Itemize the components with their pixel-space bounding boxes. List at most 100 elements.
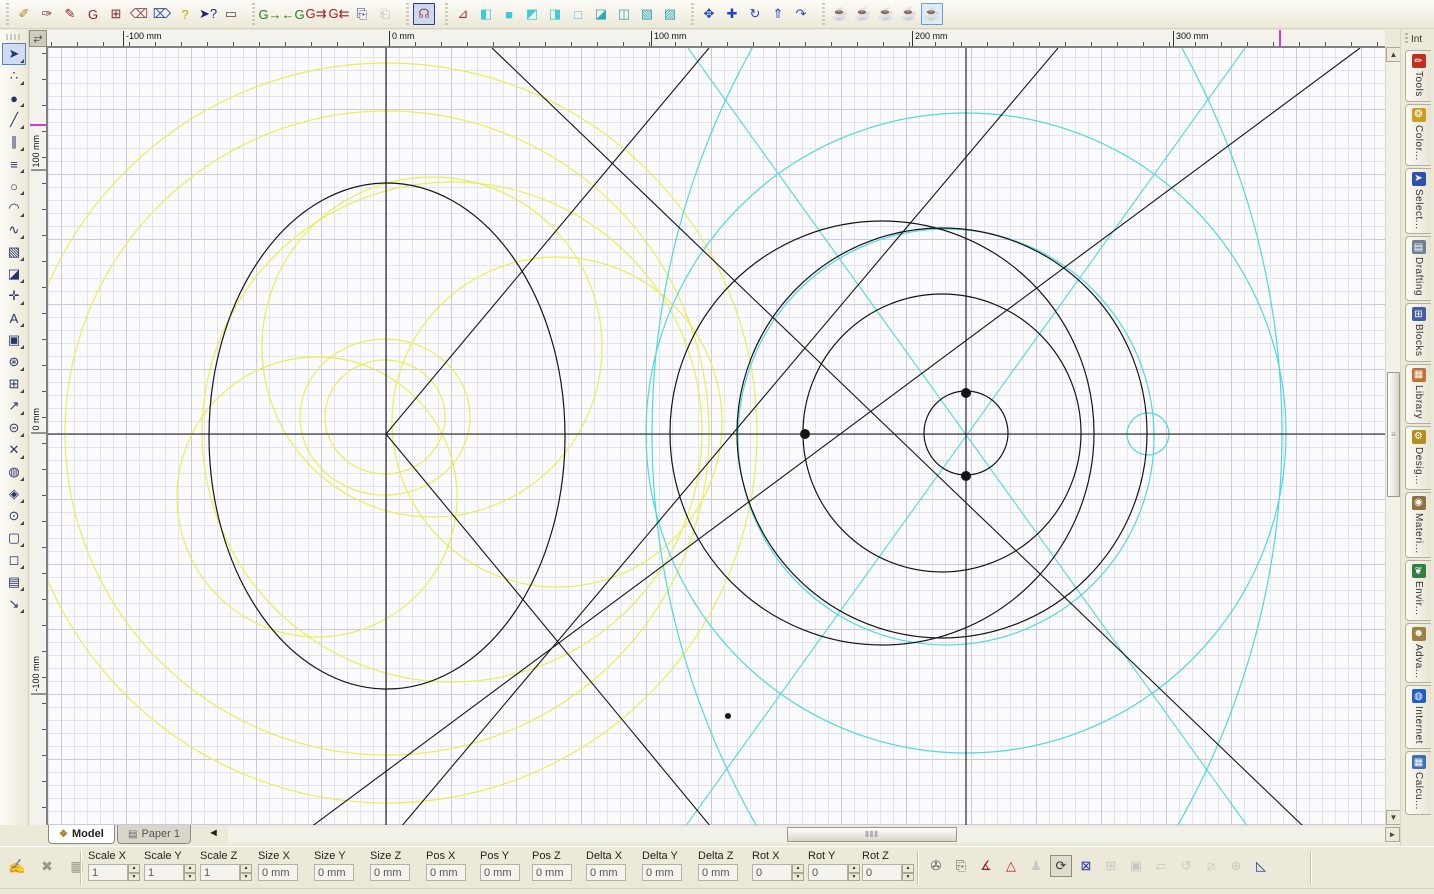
- wand-pointer-icon[interactable]: ✑: [36, 3, 58, 25]
- view-cube-front-icon[interactable]: ■: [498, 3, 520, 25]
- mouse-palette-icon[interactable]: ☊: [413, 3, 435, 25]
- view-cube-back-icon[interactable]: □: [567, 3, 589, 25]
- warning-triangle-icon[interactable]: △: [1000, 855, 1022, 877]
- double-line-tool[interactable]: ∥: [2, 131, 26, 153]
- vertical-ruler[interactable]: 100 mm 0 mm -100 mm: [30, 47, 47, 825]
- black-line[interactable]: [311, 48, 1361, 826]
- rotate-handle-icon[interactable]: ↺: [1175, 855, 1197, 877]
- sheet-tab-paper1[interactable]: ▤ Paper 1: [117, 825, 191, 844]
- palette-tab-materi[interactable]: ◉ Materi...: [1405, 491, 1431, 559]
- cancel-icon[interactable]: ✖: [36, 855, 58, 877]
- black-line[interactable]: [401, 48, 1059, 826]
- toolbar-grip[interactable]: [689, 3, 696, 25]
- g-sync-out-icon[interactable]: G⇉: [305, 3, 327, 25]
- vertical-scrollbar[interactable]: ▲ ▼ ≡: [1385, 47, 1401, 825]
- view-iso-se-icon[interactable]: ◪: [590, 3, 612, 25]
- toolbar-grip[interactable]: [404, 3, 411, 25]
- multiline-tool[interactable]: ≡: [2, 153, 26, 175]
- toolbar-grip[interactable]: [820, 3, 827, 25]
- point-tool[interactable]: ●: [2, 87, 26, 109]
- text-tool[interactable]: A: [2, 307, 26, 329]
- palette-tab-calcu[interactable]: ▦ Calcu...: [1405, 751, 1431, 816]
- spinner-up-icon[interactable]: ▲: [240, 864, 252, 873]
- link-tool[interactable]: ↗: [2, 395, 26, 417]
- view-iso-ucs-icon[interactable]: ⊿: [452, 3, 474, 25]
- eraser-blue-icon[interactable]: ⌦: [151, 3, 173, 25]
- palette-tab-envir[interactable]: ❦ Envir...: [1405, 560, 1431, 621]
- g-save-icon[interactable]: ⎘: [351, 3, 373, 25]
- cyan-circle[interactable]: [651, 48, 1386, 826]
- spinner-down-icon[interactable]: ▼: [128, 872, 140, 881]
- select-frame-tool[interactable]: ▢: [2, 527, 26, 549]
- eraser-icon[interactable]: ⌫: [128, 3, 150, 25]
- anchor-icon[interactable]: ⊕: [1225, 855, 1247, 877]
- palette-tab-desig[interactable]: ⚙ Desig...: [1405, 425, 1431, 490]
- field-input-size-x[interactable]: [258, 864, 298, 881]
- trim-tool[interactable]: ✕: [2, 439, 26, 461]
- view-iso-nw-icon[interactable]: ▨: [659, 3, 681, 25]
- field-input-rot-x[interactable]: [752, 864, 792, 881]
- black-circle[interactable]: [802, 293, 1082, 573]
- field-input-scale-x[interactable]: [88, 864, 128, 881]
- field-input-rot-z[interactable]: [862, 864, 902, 881]
- resize-icon[interactable]: ▣: [1125, 855, 1147, 877]
- lock-tool[interactable]: ⊝: [2, 417, 26, 439]
- palette-tab-color[interactable]: ❂ Color...: [1405, 103, 1431, 166]
- view-iso-sw-icon[interactable]: ◫: [613, 3, 635, 25]
- field-spinner[interactable]: ▲ ▼: [902, 864, 914, 881]
- cyan-circle[interactable]: [48, 48, 1283, 826]
- yellow-ellipse[interactable]: [324, 359, 446, 475]
- geometry-grid-icon[interactable]: ⊞: [105, 3, 127, 25]
- view-cube-top-icon[interactable]: ◩: [521, 3, 543, 25]
- draw-order-icon[interactable]: ✍: [6, 855, 28, 877]
- black-dot[interactable]: [725, 713, 731, 719]
- rotate-mode-icon[interactable]: ⟳: [1050, 855, 1072, 877]
- g-export-icon[interactable]: G→: [258, 3, 281, 25]
- field-spinner[interactable]: ▲ ▼: [128, 864, 140, 881]
- shear-icon[interactable]: ⧄: [1200, 855, 1222, 877]
- yellow-circle[interactable]: [48, 62, 758, 804]
- palette-tab-select[interactable]: ➤ Select...: [1405, 167, 1431, 235]
- palette-tab-library[interactable]: ▦ Library: [1405, 363, 1431, 424]
- sheet-scroll-right-arrow[interactable]: ►: [1385, 827, 1400, 842]
- field-input-pos-x[interactable]: [426, 864, 466, 881]
- toolbar-grip[interactable]: [250, 3, 257, 25]
- view-iso-ne-icon[interactable]: ▧: [636, 3, 658, 25]
- screen-icon[interactable]: ▭: [220, 3, 242, 25]
- field-input-scale-y[interactable]: [144, 864, 184, 881]
- spinner-up-icon[interactable]: ▲: [902, 864, 914, 873]
- black-line[interactable]: [385, 48, 710, 435]
- horizontal-scroll-thumb[interactable]: ⦀⦀⦀: [787, 827, 957, 842]
- swivel-icon[interactable]: ↷: [790, 3, 812, 25]
- field-input-size-y[interactable]: [314, 864, 354, 881]
- scroll-down-arrow[interactable]: ▼: [1386, 810, 1401, 825]
- copy-stack-tool[interactable]: ▤: [2, 571, 26, 593]
- spinner-down-icon[interactable]: ▼: [240, 872, 252, 881]
- assemble-tool[interactable]: ✛: [2, 285, 26, 307]
- help-icon[interactable]: ?: [174, 3, 196, 25]
- spinner-up-icon[interactable]: ▲: [128, 864, 140, 873]
- select-lasso-tool[interactable]: ◻: [2, 549, 26, 571]
- ruler-origin-icon[interactable]: ⥂: [29, 30, 47, 47]
- geometry-record-icon[interactable]: G: [82, 3, 104, 25]
- toolbar-grip[interactable]: [4, 3, 11, 25]
- select-tool[interactable]: ➤: [2, 43, 26, 65]
- g-import-icon[interactable]: ←G: [281, 3, 304, 25]
- spinner-up-icon[interactable]: ▲: [184, 864, 196, 873]
- field-input-pos-z[interactable]: [532, 864, 572, 881]
- center-mark-tool[interactable]: ⊛: [2, 351, 26, 373]
- walk-icon[interactable]: ⇑: [767, 3, 789, 25]
- cyan-line[interactable]: [687, 48, 1248, 826]
- arc-tool[interactable]: ◠: [2, 197, 26, 219]
- orbit-icon[interactable]: ↻: [744, 3, 766, 25]
- render-sphere-tool[interactable]: ◍: [2, 461, 26, 483]
- toolbar-grip[interactable]: [443, 3, 450, 25]
- black-dot[interactable]: [800, 429, 810, 439]
- palette-tab-internet[interactable]: ◍ Internet: [1405, 685, 1431, 750]
- toolbar-grip[interactable]: [6, 34, 22, 40]
- spinner-up-icon[interactable]: ▲: [848, 864, 860, 873]
- field-spinner[interactable]: ▲ ▼: [792, 864, 804, 881]
- field-spinner[interactable]: ▲ ▼: [848, 864, 860, 881]
- palette-new-icon[interactable]: ✐: [13, 3, 35, 25]
- spinner-up-icon[interactable]: ▲: [792, 864, 804, 873]
